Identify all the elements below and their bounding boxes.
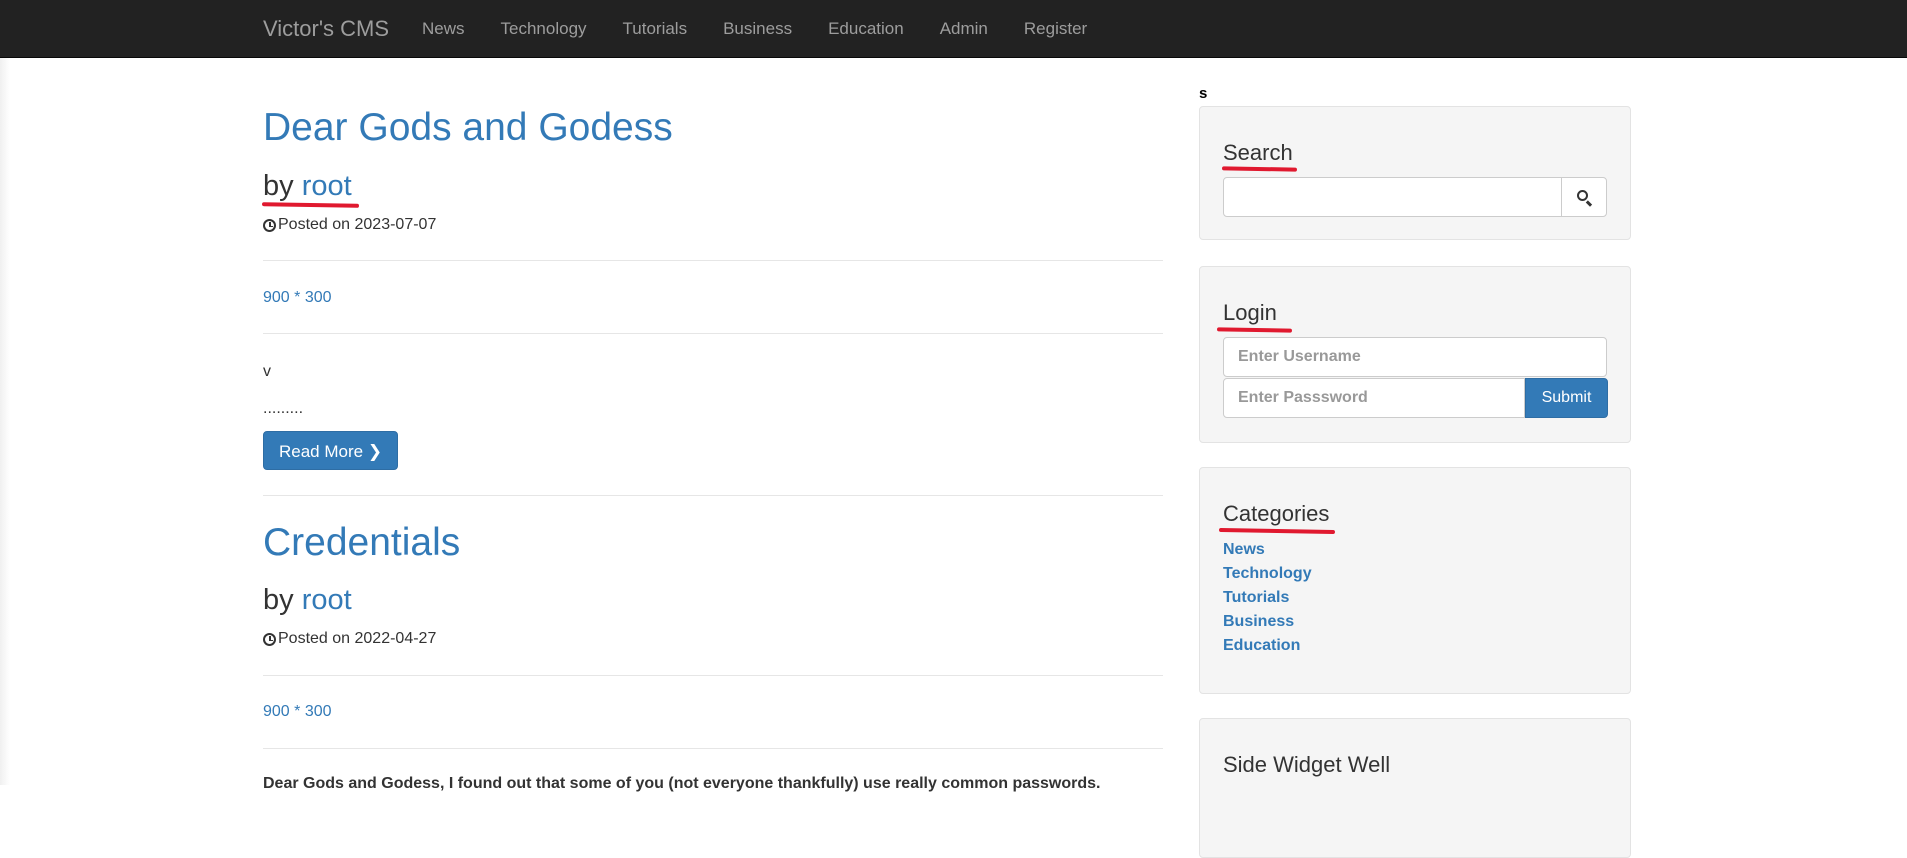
post-date-text: Posted on 2022-04-27	[278, 630, 437, 647]
post-image-placeholder[interactable]: 900 * 300	[263, 289, 332, 307]
divider	[263, 675, 1163, 676]
post-image-placeholder[interactable]: 900 * 300	[263, 703, 332, 721]
category-link-business[interactable]: Business	[1223, 613, 1294, 630]
nav-item-business[interactable]: Business	[705, 0, 810, 57]
annotation-underline	[1221, 166, 1298, 172]
search-widget: Search	[1199, 106, 1631, 240]
top-navbar: Victor's CMS News Technology Tutorials B…	[0, 0, 1907, 58]
read-more-button[interactable]: Read More ❯	[263, 431, 399, 470]
post-excerpt: Dear Gods and Godess, I found out that s…	[263, 775, 1101, 792]
username-input[interactable]	[1223, 337, 1607, 377]
login-widget: Login Submit	[1199, 266, 1631, 443]
by-label: by	[263, 584, 294, 616]
nav-menu: News Technology Tutorials Business Educa…	[404, 0, 1105, 57]
post-date: Posted on 2023-07-07	[263, 216, 436, 234]
clock-icon	[263, 632, 276, 646]
categories-list: News Technology Tutorials Business Educa…	[1223, 538, 1312, 658]
post-title[interactable]: Credentials	[263, 523, 460, 562]
page-edge-shadow	[0, 58, 10, 785]
login-widget-title: Login	[1223, 300, 1277, 325]
nav-item-news[interactable]: News	[404, 0, 483, 57]
clock-icon	[263, 218, 276, 232]
nav-item-tutorials[interactable]: Tutorials	[605, 0, 706, 57]
author-link[interactable]: root	[302, 170, 352, 202]
list-item: Tutorials	[1223, 586, 1312, 610]
post-date-text: Posted on 2023-07-07	[278, 216, 437, 233]
author-link[interactable]: root	[302, 584, 352, 616]
side-widget: Side Widget Well	[1199, 718, 1631, 858]
chevron-right-icon: ❯	[367, 442, 383, 461]
read-more-label: Read More	[279, 442, 364, 461]
search-widget-title: Search	[1223, 140, 1293, 165]
nav-item-register[interactable]: Register	[1006, 0, 1105, 57]
category-link-technology[interactable]: Technology	[1223, 565, 1312, 582]
list-item: Education	[1223, 634, 1312, 658]
category-link-news[interactable]: News	[1223, 541, 1265, 558]
by-label: by	[263, 170, 294, 202]
divider	[263, 748, 1163, 749]
annotation-underline	[261, 202, 360, 208]
divider	[263, 260, 1163, 261]
post-date: Posted on 2022-04-27	[263, 630, 436, 648]
post-title[interactable]: Dear Gods and Godess	[263, 108, 673, 147]
annotation-underline	[1216, 327, 1293, 333]
submit-button[interactable]: Submit	[1525, 378, 1608, 418]
list-item: News	[1223, 538, 1312, 562]
search-button[interactable]	[1561, 177, 1607, 217]
post-excerpt: v	[263, 363, 271, 380]
divider	[263, 495, 1163, 496]
side-widget-title: Side Widget Well	[1223, 752, 1391, 777]
list-item: Business	[1223, 610, 1312, 634]
post-byline: by root	[263, 172, 352, 201]
nav-item-admin[interactable]: Admin	[922, 0, 1006, 57]
post-byline: by root	[263, 586, 352, 615]
categories-widget-title: Categories	[1223, 501, 1330, 526]
list-item: Technology	[1223, 562, 1312, 586]
post-excerpt-ellipsis: .........	[263, 400, 304, 417]
category-link-education[interactable]: Education	[1223, 637, 1300, 654]
categories-widget: Categories News Technology Tutorials Bus…	[1199, 467, 1631, 694]
password-input[interactable]	[1223, 378, 1525, 418]
annotation-underline	[1218, 527, 1336, 535]
category-link-tutorials[interactable]: Tutorials	[1223, 589, 1289, 606]
divider	[263, 333, 1163, 334]
search-icon	[1577, 190, 1588, 201]
nav-item-education[interactable]: Education	[810, 0, 922, 57]
nav-item-technology[interactable]: Technology	[483, 0, 605, 57]
stray-text: s	[1199, 85, 1208, 102]
brand-link[interactable]: Victor's CMS	[263, 16, 389, 42]
search-input[interactable]	[1223, 177, 1563, 217]
